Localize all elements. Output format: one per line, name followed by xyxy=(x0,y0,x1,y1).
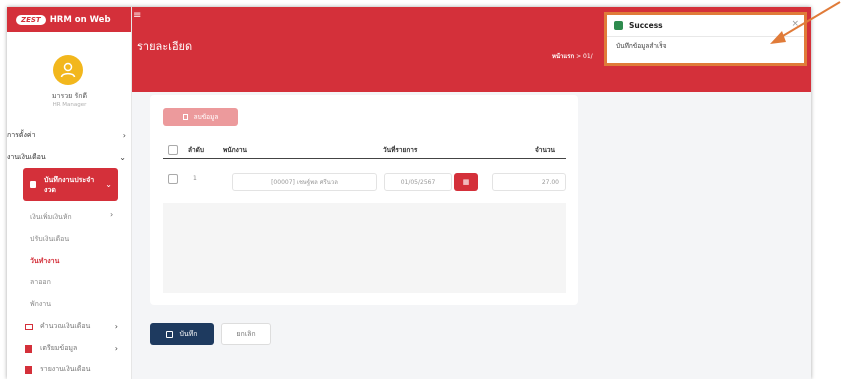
active-menu-label-2: งวด xyxy=(44,185,56,194)
chevron-right-icon: › xyxy=(114,344,118,353)
sidebar-subitem-suspend[interactable]: พักงาน xyxy=(30,299,51,310)
brand-bar: ZEST HRM on Web xyxy=(7,7,131,32)
sidebar-item-settings[interactable]: การตั้งค่า › xyxy=(7,130,132,141)
column-header: พนักงาน xyxy=(223,146,247,154)
header-divider xyxy=(163,158,566,159)
sidebar-item-calculate[interactable]: คำนวณเงินเดือน › xyxy=(7,321,132,332)
breadcrumb-home[interactable]: หน้าแรก xyxy=(552,53,574,60)
sidebar-item-label: การตั้งค่า xyxy=(7,131,36,139)
save-icon xyxy=(166,330,174,338)
sidebar-item-prepare[interactable]: เตรียมข้อมูล › xyxy=(7,343,132,354)
detail-card: ลบข้อมูล ลำดับ พนักงาน วันที่รายการ จำนว… xyxy=(150,95,578,305)
table-empty-area xyxy=(163,203,566,293)
select-all-checkbox[interactable] xyxy=(168,145,178,155)
file-icon xyxy=(25,365,32,374)
calendar-icon[interactable]: ▦ xyxy=(454,173,478,191)
active-menu-label-1: บันทึกงานประจำ xyxy=(44,175,95,184)
save-button[interactable]: บันทึก xyxy=(150,323,214,345)
breadcrumb-separator: > xyxy=(576,53,582,60)
document-icon xyxy=(30,181,36,188)
user-role: HR Manager xyxy=(52,102,87,108)
sidebar-item-label: งานเงินเดือน xyxy=(7,153,46,161)
success-icon xyxy=(614,21,623,30)
annotation-arrow-icon xyxy=(770,1,841,44)
brand-logo: ZEST xyxy=(16,14,46,25)
column-header: ลำดับ xyxy=(188,146,204,154)
employee-field[interactable]: [00007] เชษฐ์พล ศรีนวล xyxy=(232,173,377,191)
date-field[interactable]: 01/05/2567 xyxy=(384,173,452,191)
menu-icon[interactable]: ≡ xyxy=(133,10,145,22)
sidebar-subitem-resign[interactable]: ลาออก xyxy=(30,277,51,288)
trash-icon xyxy=(182,114,188,120)
breadcrumb-current: 01/ xyxy=(583,53,593,60)
user-name: มารวย รักดี xyxy=(51,92,88,100)
chevron-down-icon: ⌄ xyxy=(105,180,112,189)
user-avatar-icon[interactable] xyxy=(53,55,83,85)
row-checkbox[interactable] xyxy=(168,174,178,184)
sidebar-item-payroll[interactable]: งานเงินเดือน ⌄ xyxy=(7,152,132,163)
sidebar-item-report[interactable]: รายงานเงินเดือน xyxy=(7,364,132,375)
toast-title: Success xyxy=(629,21,663,30)
breadcrumb: หน้าแรก > 01/ xyxy=(552,51,593,61)
chevron-right-icon: › xyxy=(122,131,126,140)
file-icon xyxy=(25,344,32,353)
chevron-right-icon: › xyxy=(110,210,114,219)
sidebar-subitem-salary-adjust[interactable]: ปรับเงินเดือน xyxy=(30,234,69,245)
amount-field[interactable]: 27.00 xyxy=(492,173,566,191)
delete-button[interactable]: ลบข้อมูล xyxy=(163,108,238,126)
app-title: HRM on Web xyxy=(49,14,111,25)
sidebar: ZEST HRM on Web มารวย รักดี HR Manager ก… xyxy=(7,7,132,379)
row-index: 1 xyxy=(193,175,197,182)
sidebar-item-period-record[interactable]: บันทึกงานประจำ งวด ⌄ xyxy=(23,168,118,201)
sidebar-subitem-workdays[interactable]: วันทำงาน xyxy=(30,256,59,267)
column-header: จำนวน xyxy=(535,146,555,154)
cancel-button[interactable]: ยกเลิก xyxy=(221,323,271,345)
money-icon xyxy=(25,323,33,330)
chevron-right-icon: › xyxy=(114,322,118,331)
chevron-down-icon: ⌄ xyxy=(119,153,126,162)
sidebar-subitem-allowance[interactable]: เงินเพิ่มเงินหัก xyxy=(30,212,72,223)
page-title: รายละเอียด xyxy=(137,40,193,53)
column-header: วันที่รายการ xyxy=(383,146,418,154)
